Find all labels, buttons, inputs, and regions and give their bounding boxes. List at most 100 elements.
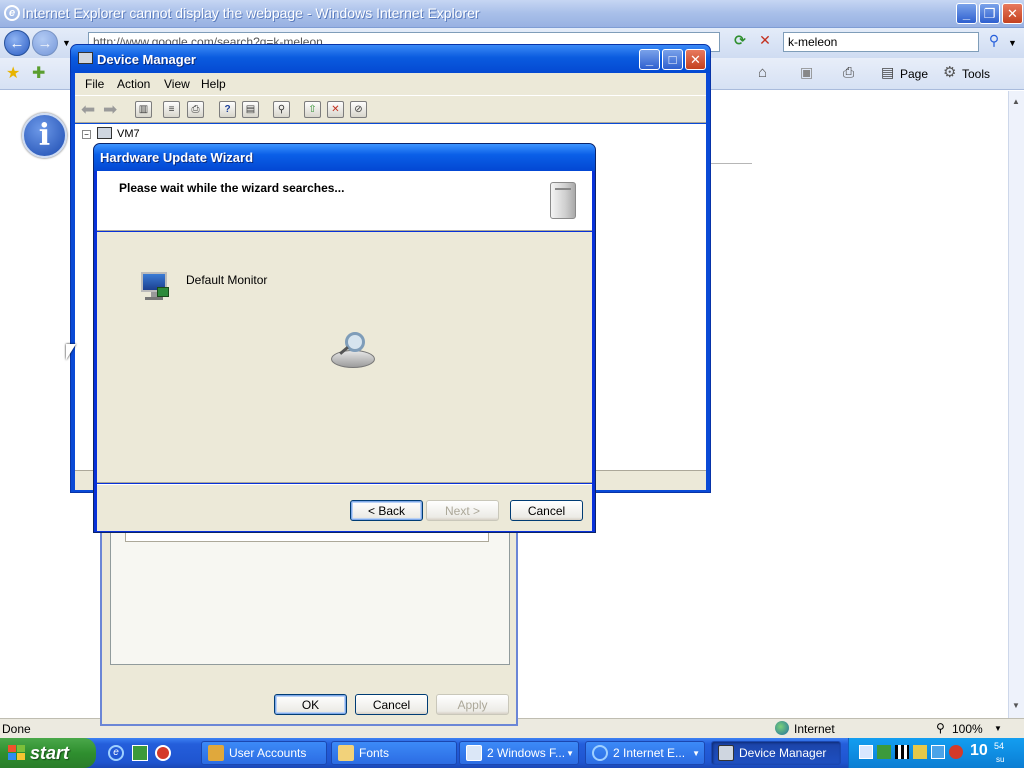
recent-pages-chevron-icon[interactable]: ▼ [62, 38, 71, 48]
search-options-chevron-icon[interactable]: ▼ [1008, 38, 1017, 48]
task-label: 2 Windows F... [487, 746, 566, 760]
help-icon[interactable]: ? [219, 101, 236, 118]
security-zone-label: Internet [794, 722, 835, 736]
device-manager-computer-icon [78, 52, 93, 64]
ie-close-button[interactable]: ✕ [1002, 3, 1023, 24]
wizard-title-bar[interactable]: Hardware Update Wizard [94, 144, 595, 171]
task-label: Device Manager [739, 746, 827, 760]
toolbar-forward-icon[interactable]: ➡ [103, 100, 117, 120]
tray-network-icon[interactable] [859, 745, 873, 759]
tray-security-icon[interactable] [913, 745, 927, 759]
mouse-cursor-icon [66, 344, 76, 360]
scroll-up-icon[interactable]: ▲ [1012, 97, 1020, 106]
task-label: 2 Internet E... [613, 746, 686, 760]
refresh-icon[interactable]: ⟳ [730, 32, 750, 52]
toolbar-back-icon[interactable]: ⬅ [81, 100, 95, 120]
device-manager-title: Device Manager [97, 52, 196, 67]
task-fonts[interactable]: Fonts [331, 741, 457, 765]
folder-icon [338, 745, 354, 761]
wizard-body: Default Monitor [97, 232, 592, 483]
wizard-cancel-button[interactable]: Cancel [510, 500, 583, 521]
ie-window-title: Internet Explorer cannot display the web… [22, 5, 480, 21]
task-label: Fonts [359, 746, 390, 760]
properties-icon[interactable]: ≡ [163, 101, 180, 118]
forward-arrow-icon[interactable]: → [32, 30, 58, 56]
quicklaunch-ie-icon[interactable]: e [108, 745, 124, 761]
ie-minimize-button[interactable]: _ [956, 3, 977, 24]
favorites-star-icon[interactable]: ★ [6, 63, 20, 83]
dm-close-button[interactable]: ✕ [685, 49, 706, 70]
scan-hardware-icon[interactable]: ⚲ [273, 101, 290, 118]
tree-collapse-icon[interactable]: − [82, 130, 91, 139]
search-input[interactable]: k-meleon [783, 32, 979, 52]
print-icon[interactable]: ⎙ [187, 101, 204, 118]
task-device-manager[interactable]: Device Manager [711, 741, 841, 765]
properties-tab-panel [110, 520, 510, 665]
zoom-level[interactable]: 100% [952, 722, 983, 736]
tools-gear-icon: ⚙ [943, 64, 957, 81]
next-button[interactable]: Next > [426, 500, 499, 521]
apply-button[interactable]: Apply [436, 694, 509, 715]
search-animation-icon [329, 332, 379, 372]
add-favorites-icon[interactable]: ✚ [32, 63, 45, 83]
stop-icon[interactable]: ✕ [755, 32, 775, 52]
wizard-heading: Please wait while the wizard searches... [119, 181, 345, 195]
group-chevron-icon: ▼ [566, 748, 574, 758]
zoom-chevron-icon[interactable]: ▼ [994, 724, 1002, 733]
hardware-update-wizard: Hardware Update Wizard Please wait while… [93, 143, 596, 533]
info-icon: i [22, 113, 67, 158]
dm-maximize-button[interactable]: □ [662, 49, 683, 70]
ie-title-bar[interactable]: e Internet Explorer cannot display the w… [0, 0, 1024, 28]
scroll-down-icon[interactable]: ▼ [1012, 701, 1020, 710]
tray-volume-icon[interactable] [931, 745, 945, 759]
tray-app-icon[interactable] [877, 745, 891, 759]
back-arrow-icon[interactable]: ← [4, 30, 30, 56]
feeds-icon[interactable]: ▣ [800, 64, 813, 81]
menu-file[interactable]: File [85, 77, 104, 91]
quicklaunch-desktop-icon[interactable] [132, 745, 148, 761]
print-icon[interactable]: ⎙ [843, 64, 854, 81]
dm-minimize-button[interactable]: _ [639, 49, 660, 70]
task-label: User Accounts [229, 746, 307, 760]
tray-alert-icon[interactable] [949, 745, 963, 759]
wizard-title: Hardware Update Wizard [100, 150, 254, 165]
menu-view[interactable]: View [164, 77, 190, 91]
tray-display-icon[interactable] [895, 745, 909, 759]
computer-icon [97, 127, 112, 139]
internet-zone-icon [775, 721, 789, 735]
show-hide-tree-icon[interactable]: ▥ [135, 101, 152, 118]
wizard-header: Please wait while the wizard searches... [97, 171, 592, 231]
menu-action[interactable]: Action [117, 77, 150, 91]
content-divider [710, 163, 752, 164]
user-accounts-icon [208, 745, 224, 761]
ie-maximize-button[interactable]: ❐ [979, 3, 1000, 24]
status-text: Done [2, 722, 31, 736]
menu-help[interactable]: Help [201, 77, 226, 91]
windows-flag-icon [8, 745, 26, 761]
uninstall-icon[interactable]: ✕ [327, 101, 344, 118]
start-label: start [30, 742, 70, 763]
view-icon[interactable]: ▤ [242, 101, 259, 118]
tools-menu-button[interactable]: Tools [962, 67, 990, 81]
back-button[interactable]: < Back [350, 500, 423, 521]
page-menu-button[interactable]: Page [900, 67, 928, 81]
ie-vertical-scrollbar[interactable]: ▲ ▼ [1008, 91, 1024, 718]
tree-root-label[interactable]: VM7 [117, 128, 140, 140]
properties-cancel-button[interactable]: Cancel [355, 694, 428, 715]
hardware-device-icon [550, 182, 576, 219]
ok-button[interactable]: OK [274, 694, 347, 715]
task-user-accounts[interactable]: User Accounts [201, 741, 327, 765]
device-manager-title-bar[interactable]: Device Manager _ □ ✕ [71, 45, 710, 73]
device-manager-menu-bar: File Action View Help [75, 73, 706, 95]
clock-hour[interactable]: 10 [970, 742, 988, 760]
task-internet-explorer-group[interactable]: 2 Internet E... ▼ [585, 741, 705, 765]
search-icon[interactable]: ⚲ [984, 32, 1004, 52]
device-manager-toolbar: ⬅ ➡ ▥ ≡ ⎙ ? ▤ ⚲ ⇧ ✕ ⊘ [75, 95, 706, 123]
home-icon[interactable]: ⌂ [758, 64, 767, 81]
task-windows-explorer-group[interactable]: 2 Windows F... ▼ [459, 741, 579, 765]
quicklaunch-opera-icon[interactable] [155, 745, 171, 761]
disable-device-icon[interactable]: ⊘ [350, 101, 367, 118]
clock-minute: 54 [994, 741, 1005, 751]
zoom-icon: ⚲ [936, 721, 945, 735]
update-driver-icon[interactable]: ⇧ [304, 101, 321, 118]
